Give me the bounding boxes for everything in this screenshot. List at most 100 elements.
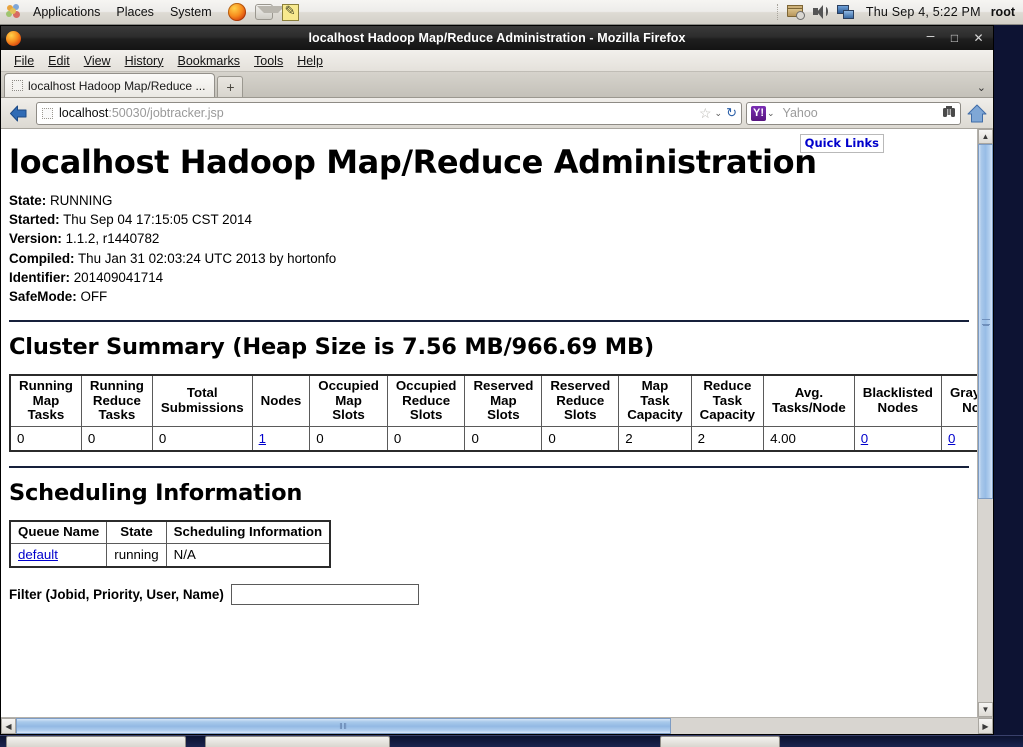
chevron-down-icon: ⌄ <box>976 82 986 94</box>
minimize-icon: – <box>926 26 935 43</box>
filter-input[interactable] <box>230 584 419 606</box>
scroll-right-button[interactable]: ▶ <box>978 718 993 734</box>
cluster-cell-link[interactable]: 0 <box>861 431 868 446</box>
window-titlebar[interactable]: localhost Hadoop Map/Reduce Administrati… <box>1 26 993 50</box>
quick-links-button[interactable]: Quick Links <box>799 134 884 153</box>
search-bar[interactable]: Y! ⌄ Yahoo <box>746 101 961 125</box>
panel-clock[interactable]: Thu Sep 4, 5:22 PM <box>858 3 989 21</box>
url-bar[interactable]: localhost:50030/jobtracker.jsp ☆ ⌄ ↻ <box>36 101 742 125</box>
cluster-data-cell[interactable]: 0 <box>940 425 977 452</box>
package-update-icon[interactable] <box>785 2 806 22</box>
search-binoculars-icon[interactable] <box>942 105 956 121</box>
cluster-cell-link[interactable]: 1 <box>259 431 266 446</box>
info-line: Started: Thu Sep 04 17:15:05 CST 2014 <box>9 210 977 229</box>
yahoo-icon[interactable]: Y! <box>751 105 766 121</box>
info-label: SafeMode: <box>9 289 77 305</box>
bookmark-star-icon[interactable]: ☆ <box>699 105 712 122</box>
home-button[interactable] <box>965 101 989 125</box>
info-line: Version: 1.1.2, r1440782 <box>9 229 977 248</box>
url-dropdown-icon[interactable]: ⌄ <box>715 108 723 119</box>
reload-icon[interactable]: ↻ <box>726 105 737 121</box>
info-line: Identifier: 201409041714 <box>9 268 977 287</box>
section-divider-2 <box>9 466 969 469</box>
cluster-header-cell: Running Map Tasks <box>9 374 82 427</box>
close-icon: ✕ <box>973 30 984 45</box>
scheduling-information-heading: Scheduling Information <box>9 480 303 507</box>
network-icon[interactable] <box>835 2 856 22</box>
new-tab-button[interactable]: + <box>217 76 244 97</box>
filter-label: Filter (Jobid, Priority, User, Name) <box>9 587 224 603</box>
horizontal-scroll-track[interactable]: ‖‖ <box>16 718 978 734</box>
plus-icon: + <box>226 79 235 95</box>
minimize-button[interactable]: – <box>923 26 938 46</box>
info-label: Compiled: <box>9 250 75 266</box>
menu-tools-label: Tools <box>254 53 284 68</box>
menu-view[interactable]: View <box>77 52 118 70</box>
queue-name-cell[interactable]: default <box>9 542 108 568</box>
vertical-scroll-thumb[interactable] <box>978 144 993 499</box>
cluster-data-cell[interactable]: 0 <box>853 425 942 452</box>
vertical-scroll-track[interactable] <box>978 144 993 702</box>
cluster-header-cell: Avg. Tasks/Node <box>763 374 855 427</box>
tab-list-button[interactable]: ⌄ <box>977 81 986 94</box>
menu-tools[interactable]: Tools <box>247 52 290 70</box>
binoculars-glyph <box>943 106 955 117</box>
menu-edit[interactable]: Edit <box>41 52 77 70</box>
info-value: RUNNING <box>46 193 113 208</box>
menu-view-label: View <box>83 53 111 68</box>
cluster-header-cell: Occupied Reduce Slots <box>386 374 466 427</box>
cluster-data-cell: 0 <box>9 425 82 452</box>
volume-icon[interactable] <box>810 2 831 22</box>
menu-file[interactable]: File <box>7 52 41 70</box>
gnome-top-panel: Applications Places System Thu Sep 4, 5:… <box>0 0 1023 25</box>
evolution-mail-icon[interactable] <box>254 4 285 20</box>
cluster-header-cell: Reserved Reduce Slots <box>541 374 620 427</box>
menu-system[interactable]: System <box>163 2 219 23</box>
info-value: Thu Sep 04 17:15:05 CST 2014 <box>59 212 252 228</box>
scroll-down-button[interactable]: ▼ <box>978 702 993 717</box>
queue-scheduling-info-cell: N/A <box>165 542 331 568</box>
close-button[interactable]: ✕ <box>971 31 986 46</box>
cluster-header-cell: Occupied Map Slots <box>309 374 388 427</box>
taskbar-window-button[interactable] <box>6 736 186 747</box>
cluster-header-cell: Running Reduce Tasks <box>80 374 153 427</box>
info-value: 201409041714 <box>70 269 164 285</box>
tab-hadoop-admin[interactable]: localhost Hadoop Map/Reduce ... <box>4 73 216 97</box>
taskbar-window-button[interactable] <box>205 736 390 747</box>
search-engine-dropdown-icon[interactable]: ⌄ <box>767 108 775 119</box>
maximize-icon: □ <box>950 30 959 45</box>
firefox-icon[interactable] <box>227 3 246 21</box>
queue-link[interactable]: default <box>18 547 58 562</box>
cluster-data-cell: 0 <box>309 425 388 452</box>
cluster-data-cell: 0 <box>386 425 466 452</box>
cluster-header-cell: Reserved Map Slots <box>464 374 543 427</box>
menu-places[interactable]: Places <box>109 2 161 23</box>
text-editor-icon[interactable] <box>281 3 299 21</box>
scroll-up-button[interactable]: ▲ <box>978 129 993 144</box>
menu-applications[interactable]: Applications <box>26 2 107 23</box>
menu-history[interactable]: History <box>118 52 171 70</box>
back-button[interactable] <box>5 101 32 125</box>
queue-state-cell: running <box>106 542 167 568</box>
scheduling-header-cell: State <box>106 520 167 544</box>
tray-separator <box>776 4 779 20</box>
menu-help[interactable]: Help <box>290 52 330 70</box>
firefox-window: localhost Hadoop Map/Reduce Administrati… <box>0 25 994 735</box>
search-input[interactable]: Yahoo <box>783 106 942 120</box>
info-label: Started: <box>9 212 60 228</box>
vertical-scrollbar[interactable]: ▲ ▼ <box>977 129 993 717</box>
horizontal-scroll-thumb[interactable]: ‖‖ <box>16 718 671 734</box>
menu-bookmarks[interactable]: Bookmarks <box>170 52 247 70</box>
cluster-summary-heading: Cluster Summary (Heap Size is 7.56 MB/96… <box>9 334 654 361</box>
scroll-left-button[interactable]: ◀ <box>1 718 16 734</box>
horizontal-scrollbar[interactable]: ◀ ‖‖ ▶ <box>1 717 993 734</box>
maximize-button[interactable]: □ <box>947 31 962 46</box>
firefox-logo-icon <box>6 30 21 46</box>
taskbar-window-button[interactable] <box>660 736 780 747</box>
panel-username[interactable]: root <box>989 3 1023 21</box>
cluster-cell-link[interactable]: 0 <box>948 431 955 446</box>
info-value: 1.1.2, r1440782 <box>61 231 160 247</box>
info-line: SafeMode: OFF <box>9 287 977 306</box>
browser-menubar: File Edit View History Bookmarks Tools H… <box>1 50 993 72</box>
cluster-data-cell[interactable]: 1 <box>251 425 311 452</box>
